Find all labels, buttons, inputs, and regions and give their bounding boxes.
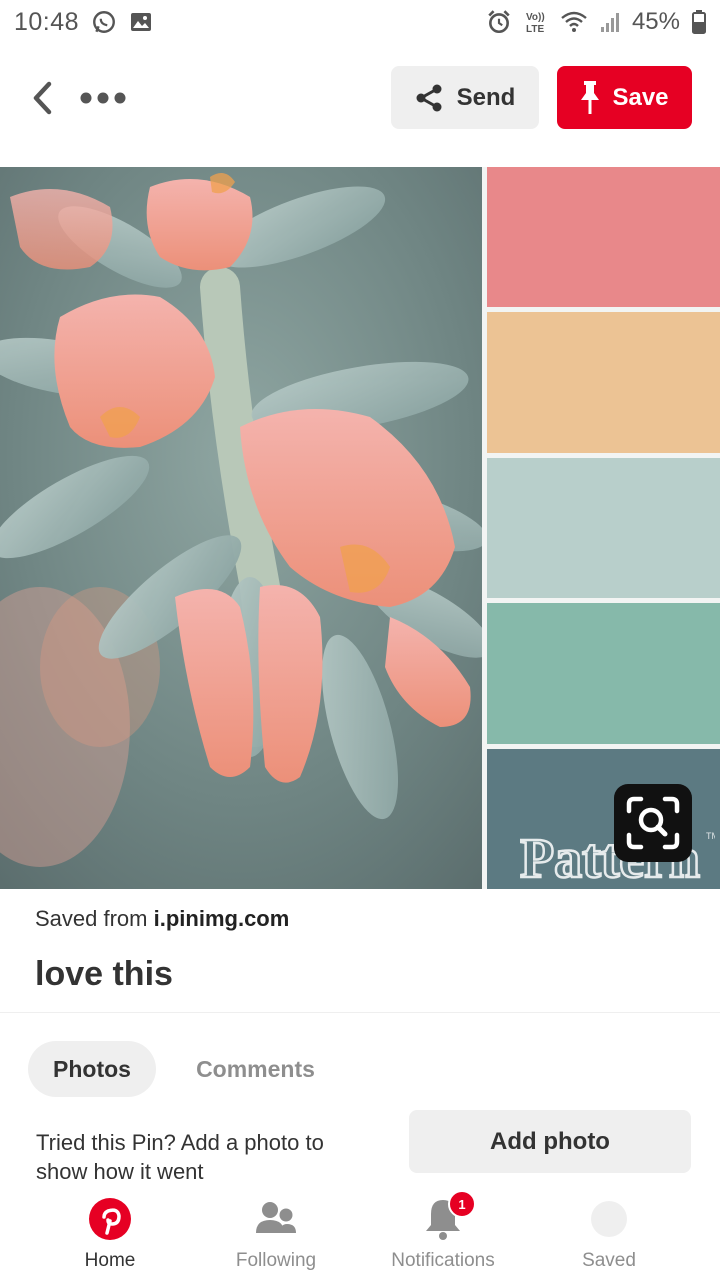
more-options-button[interactable] (78, 78, 128, 118)
pin-title: love this (35, 955, 173, 993)
nav-saved[interactable]: Saved (524, 1188, 694, 1280)
nav-home-label: Home (84, 1250, 136, 1271)
volte-icon: Vo)) LTE (524, 9, 548, 35)
wifi-icon (560, 10, 588, 34)
chevron-left-icon (33, 81, 52, 115)
profile-avatar (586, 1196, 632, 1242)
nav-saved-label: Saved (582, 1250, 636, 1271)
battery-percent: 45% (631, 8, 680, 35)
tab-comments[interactable]: Comments (178, 1041, 333, 1097)
tried-pin-prompt: Tried this Pin? Add a photo to show how … (36, 1130, 324, 1184)
send-button[interactable]: Send (391, 66, 539, 129)
swatch-coral (487, 167, 720, 307)
notification-count-badge: 1 (448, 1190, 476, 1218)
send-label: Send (456, 83, 516, 111)
tab-photos[interactable]: Photos (28, 1041, 156, 1097)
svg-text:LTE: LTE (526, 24, 544, 35)
nav-home[interactable]: Home (25, 1188, 195, 1280)
alarm-icon (486, 9, 512, 35)
save-button[interactable]: Save (557, 66, 692, 129)
nav-notifications-label: Notifications (391, 1250, 495, 1271)
pin-icon (581, 80, 600, 114)
saved-from-domain[interactable]: i.pinimg.com (154, 906, 290, 931)
bell-icon: 1 (420, 1190, 476, 1242)
pin-action-bar: Send Save (0, 66, 720, 130)
saved-from-source[interactable]: Saved from i.pinimg.com (35, 906, 289, 932)
bottom-nav: Home Following 1 Notifications Saved (0, 1188, 720, 1280)
people-icon (253, 1196, 299, 1242)
status-bar: 10:48 Vo)) LTE 45% (0, 0, 720, 44)
svg-text:Vo)): Vo)) (526, 12, 545, 23)
whatsapp-icon (91, 9, 117, 35)
swatch-mint-gray (487, 458, 720, 598)
visual-search-button[interactable] (614, 784, 692, 862)
ellipsis-icon (80, 92, 126, 104)
swatch-seafoam (487, 603, 720, 744)
section-divider (0, 1012, 720, 1013)
swatch-peach (487, 312, 720, 453)
back-button[interactable] (22, 78, 62, 118)
nav-following-label: Following (235, 1250, 317, 1271)
share-icon (416, 84, 442, 111)
pin-image[interactable]: Pattern TM (0, 167, 720, 889)
nav-following[interactable]: Following (191, 1188, 361, 1280)
svg-text:TM: TM (706, 831, 715, 841)
lens-search-icon (626, 796, 680, 850)
nav-notifications[interactable]: 1 Notifications (358, 1188, 528, 1280)
status-time: 10:48 (14, 7, 80, 36)
pinterest-logo-icon (87, 1196, 133, 1242)
add-photo-button[interactable]: Add photo (409, 1110, 691, 1173)
gallery-icon (129, 10, 153, 34)
signal-icon (600, 11, 620, 33)
succulent-flower-photo (0, 167, 482, 889)
color-palette (487, 167, 720, 889)
battery-icon (692, 10, 706, 34)
saved-from-prefix: Saved from (35, 906, 148, 931)
save-label: Save (612, 83, 669, 111)
